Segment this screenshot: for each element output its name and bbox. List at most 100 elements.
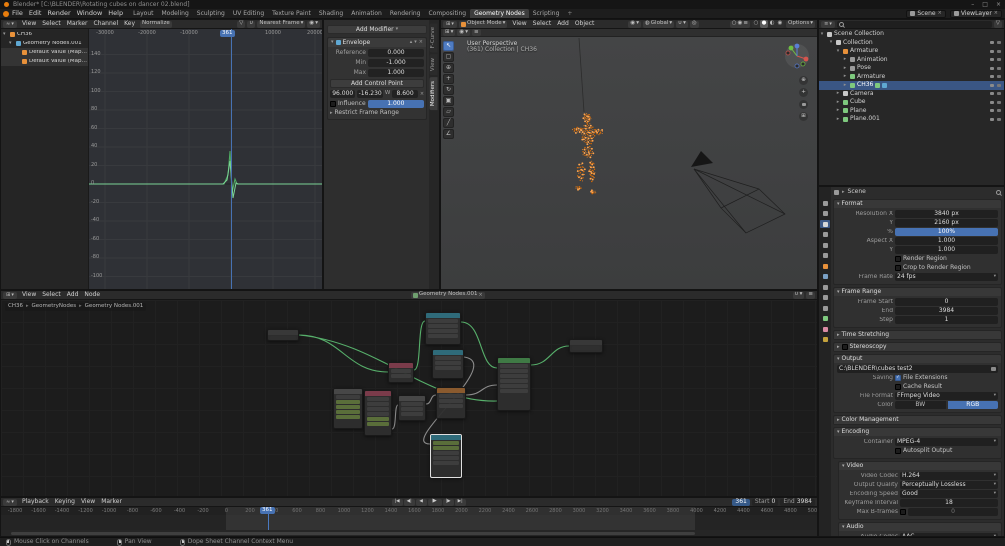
video-codec-dropdown[interactable]: H.264▾ bbox=[900, 472, 998, 480]
menu-channel[interactable]: Channel bbox=[91, 21, 122, 27]
timeline-scrollbar[interactable] bbox=[11, 532, 695, 535]
node-group-output-9[interactable] bbox=[569, 339, 603, 353]
shading-rendered-icon[interactable]: ◉ bbox=[776, 20, 784, 28]
disclosure-icon[interactable] bbox=[331, 40, 334, 45]
select-mode-icon[interactable] bbox=[443, 29, 455, 36]
properties-tab-material[interactable] bbox=[820, 325, 830, 333]
influence-checkbox[interactable] bbox=[330, 101, 336, 107]
step-field[interactable]: 1 bbox=[895, 316, 998, 324]
-slider[interactable]: 100% bbox=[895, 228, 998, 236]
disable-in-render-icon[interactable] bbox=[997, 109, 1001, 112]
tool-measure[interactable]: ∠ bbox=[443, 129, 454, 139]
node-node-1[interactable] bbox=[425, 312, 461, 345]
jump-to-prev-keyframe-button[interactable]: ◀| bbox=[404, 499, 415, 506]
cache-result-checkbox[interactable] bbox=[895, 384, 901, 390]
delete-modifier-icon[interactable] bbox=[419, 40, 423, 45]
menu-view[interactable]: View bbox=[509, 21, 529, 27]
outliner-item-armature[interactable]: ▸Armature bbox=[819, 73, 1004, 82]
disable-in-render-icon[interactable] bbox=[997, 58, 1001, 61]
keyframe-interval-field[interactable]: 18 bbox=[900, 499, 998, 507]
properties-tab-scene[interactable] bbox=[820, 241, 830, 249]
menu-key[interactable]: Key bbox=[121, 21, 138, 27]
pan-hand-icon[interactable] bbox=[799, 88, 808, 97]
snap-mode-dropdown[interactable]: Nearest Frame bbox=[257, 21, 305, 28]
encoding-speed-dropdown[interactable]: Good▾ bbox=[900, 490, 998, 498]
add-control-point-button[interactable]: Add Control Point bbox=[330, 79, 424, 88]
workspace-tab-texture-paint[interactable]: Texture Paint bbox=[268, 9, 315, 18]
tool-select-box[interactable]: ▢ bbox=[443, 52, 454, 62]
play-button[interactable]: ▶ bbox=[428, 499, 442, 506]
panel-header-time-stretching[interactable]: ▸Time Stretching bbox=[834, 331, 1001, 339]
add-modifier-button[interactable]: Add Modifier bbox=[327, 25, 427, 34]
pivot-point-dropdown[interactable] bbox=[307, 21, 320, 28]
stereoscopy-checkbox[interactable] bbox=[842, 344, 848, 350]
sidebar-tab-f-curve[interactable]: F-Curve bbox=[430, 23, 438, 52]
modifier-name[interactable]: Envelope bbox=[343, 40, 371, 46]
disclosure-icon[interactable]: ▸ bbox=[835, 108, 841, 113]
workspace-tab-sculpting[interactable]: Sculpting bbox=[193, 9, 229, 18]
workspace-tab-compositing[interactable]: Compositing bbox=[424, 9, 470, 18]
tool-move[interactable]: + bbox=[443, 74, 454, 84]
hide-in-viewport-icon[interactable] bbox=[990, 101, 994, 104]
channel-geometry-nodes-001[interactable]: ▾Geometry Nodes.001 bbox=[1, 39, 88, 48]
properties-tab-physics[interactable] bbox=[820, 294, 830, 302]
panel-header-encoding[interactable]: ▾Encoding bbox=[834, 428, 1001, 436]
panel-header-frame-range[interactable]: ▾Frame Range bbox=[834, 288, 1001, 296]
disable-in-render-icon[interactable] bbox=[997, 67, 1001, 70]
properties-tab-view-layer[interactable] bbox=[820, 231, 830, 239]
properties-tab-particles[interactable] bbox=[820, 283, 830, 291]
channel-ch36[interactable]: ▾CH36 bbox=[1, 30, 88, 39]
visibility-gizmo-overlay-toggles[interactable] bbox=[730, 21, 750, 28]
tool-rotate[interactable]: ↻ bbox=[443, 85, 454, 95]
file-extensions-checkbox[interactable]: ✓ bbox=[895, 375, 901, 381]
channel-default-value-map-range-001-to-min[interactable]: Default Value (Map Range.001 : To Min) bbox=[1, 48, 88, 57]
sidebar-tab-view[interactable]: View bbox=[430, 54, 438, 75]
control-point-frame-field[interactable]: 96.000 bbox=[330, 90, 355, 98]
menu-view[interactable]: View bbox=[78, 499, 98, 505]
workspace-tab-scripting[interactable]: Scripting bbox=[529, 9, 564, 18]
hide-in-viewport-icon[interactable] bbox=[990, 84, 994, 87]
node-node-4[interactable] bbox=[364, 390, 392, 436]
disclosure-icon[interactable]: ▸ bbox=[835, 100, 841, 105]
outliner-item-cube[interactable]: ▸Cube bbox=[819, 98, 1004, 107]
crop-to-render-region-checkbox[interactable] bbox=[895, 265, 901, 271]
end-field[interactable]: 3984 bbox=[895, 307, 998, 315]
tool-annotate[interactable]: ╱ bbox=[443, 118, 454, 128]
tool-menu-icon[interactable] bbox=[472, 29, 481, 36]
viewport-canvas[interactable] bbox=[441, 37, 817, 289]
properties-tab-modifiers[interactable] bbox=[820, 273, 830, 281]
transform-orientation-dropdown[interactable]: Global bbox=[643, 21, 674, 28]
control-point-min-field[interactable]: -16.230 bbox=[357, 90, 382, 98]
maximize-button[interactable]: □ bbox=[982, 2, 988, 8]
options-dropdown[interactable]: Options bbox=[786, 21, 815, 28]
workspace-tab-rendering[interactable]: Rendering bbox=[386, 9, 425, 18]
menu-window[interactable]: Window bbox=[74, 10, 106, 17]
panel-header-color-management[interactable]: ▸Color Management bbox=[834, 416, 1001, 424]
node-node-6[interactable] bbox=[432, 349, 464, 379]
editor-type-node-icon[interactable] bbox=[3, 292, 17, 299]
hide-in-viewport-icon[interactable] bbox=[990, 67, 994, 70]
snapping-dropdown[interactable] bbox=[676, 21, 688, 28]
outliner-item-scene-collection[interactable]: ▾ Scene Collection bbox=[819, 30, 1004, 39]
tool-scale[interactable]: ▣ bbox=[443, 96, 454, 106]
node-overlays-icon[interactable] bbox=[806, 292, 815, 299]
menu-object[interactable]: Object bbox=[572, 21, 598, 27]
editor-type-3dview-icon[interactable] bbox=[443, 21, 457, 28]
menu-file[interactable]: File bbox=[9, 10, 26, 17]
disclosure-icon[interactable]: ▸ bbox=[842, 74, 848, 79]
outliner-item-camera[interactable]: ▸Camera bbox=[819, 90, 1004, 99]
hide-in-viewport-icon[interactable] bbox=[990, 118, 994, 121]
move-down-icon[interactable] bbox=[414, 40, 417, 45]
container-dropdown[interactable]: MPEG-4▾ bbox=[895, 438, 998, 446]
node-node-10[interactable] bbox=[430, 434, 462, 478]
proportional-editing-icon[interactable] bbox=[690, 21, 699, 28]
node-node-2[interactable] bbox=[388, 362, 414, 383]
disclosure-icon[interactable]: ▸ bbox=[835, 117, 841, 122]
disclosure-icon[interactable]: ▸ bbox=[835, 91, 841, 96]
editor-type-graph-icon[interactable] bbox=[3, 21, 17, 28]
node-snapping-icon[interactable] bbox=[793, 292, 805, 299]
curve-view[interactable]: 140120100806040200-20-40-60-80-100 -3000… bbox=[89, 29, 322, 289]
minimize-button[interactable]: – bbox=[971, 2, 974, 8]
file-format-dropdown[interactable]: FFmpeg Video▾ bbox=[895, 392, 998, 400]
menu-render[interactable]: Render bbox=[44, 10, 73, 17]
